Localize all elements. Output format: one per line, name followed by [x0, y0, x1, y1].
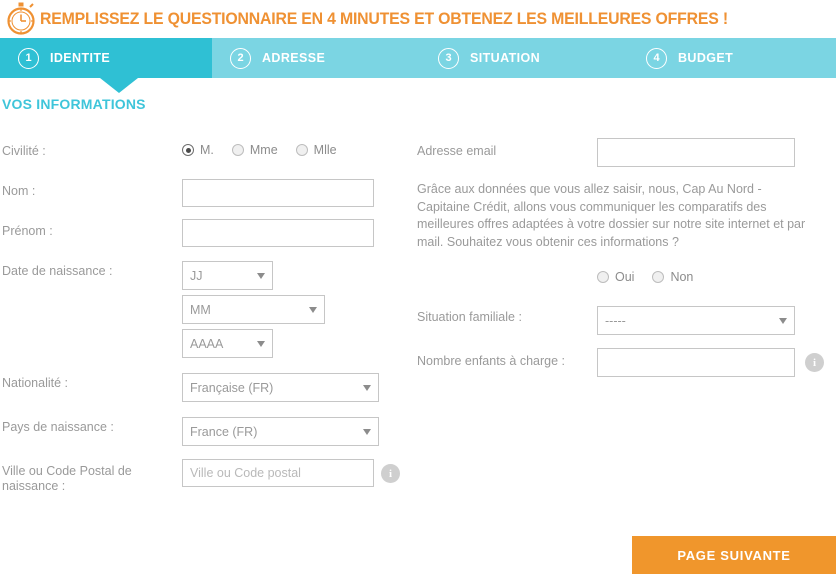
banner-title: REMPLISSEZ LE QUESTIONNAIRE EN 4 MINUTES… — [40, 9, 728, 28]
chevron-down-icon — [363, 384, 371, 391]
pays-naissance-value: France (FR) — [190, 424, 258, 439]
step-number: 1 — [18, 47, 39, 69]
step-number: 4 — [646, 47, 667, 69]
email-input[interactable] — [597, 138, 795, 167]
birth-day-value: JJ — [190, 268, 203, 283]
consent-radio-group[interactable]: Oui Non — [597, 270, 711, 284]
nombre-enfants-input[interactable] — [597, 348, 795, 377]
next-page-button[interactable]: PAGE SUIVANTE — [632, 536, 836, 574]
step-label: ADRESSE — [262, 51, 326, 65]
chevron-down-icon — [309, 306, 317, 313]
birth-year-value: AAAA — [190, 336, 224, 351]
birth-month-value: MM — [190, 302, 211, 317]
next-page-label: PAGE SUIVANTE — [677, 547, 791, 563]
step-label: BUDGET — [678, 51, 734, 65]
birth-year-select[interactable]: AAAA — [182, 329, 273, 358]
radio-label: M. — [200, 143, 214, 157]
label-pays-naissance: Pays de naissance : — [2, 420, 114, 434]
radio-option-oui[interactable]: Oui — [597, 270, 634, 284]
radio-dot[interactable] — [652, 271, 665, 283]
chevron-down-icon — [257, 272, 265, 279]
prenom-input[interactable] — [182, 219, 374, 247]
radio-dot[interactable] — [231, 144, 244, 156]
nationalite-value: Française (FR) — [190, 380, 274, 395]
section-title: VOS INFORMATIONS — [2, 96, 146, 112]
radio-option-mlle[interactable]: Mlle — [295, 143, 337, 157]
label-nombre-enfants: Nombre enfants à charge : — [417, 354, 565, 368]
situation-familiale-value: ----- — [605, 313, 626, 328]
nationalite-select[interactable]: Française (FR) — [182, 373, 379, 402]
step-label: IDENTITE — [50, 51, 111, 65]
step-label: SITUATION — [470, 51, 541, 65]
situation-familiale-select[interactable]: ----- — [597, 306, 795, 335]
label-adresse-email: Adresse email — [417, 144, 497, 158]
step-tab-situation[interactable]: 3 SITUATION — [420, 38, 628, 78]
info-icon-enfants[interactable]: i — [805, 353, 824, 372]
promo-banner: REMPLISSEZ LE QUESTIONNAIRE EN 4 MINUTES… — [0, 0, 836, 38]
radio-dot[interactable] — [295, 144, 308, 156]
birth-day-select[interactable]: JJ — [182, 261, 273, 290]
label-situation-familiale: Situation familiale : — [417, 310, 522, 324]
ville-naissance-input[interactable] — [182, 459, 374, 487]
chevron-down-icon — [257, 340, 265, 347]
info-icon-ville[interactable]: i — [381, 464, 400, 483]
pays-naissance-select[interactable]: France (FR) — [182, 417, 379, 446]
radio-label: Mlle — [313, 143, 337, 157]
nom-input[interactable] — [182, 179, 374, 207]
radio-option-m[interactable]: M. — [182, 143, 214, 157]
radio-option-non[interactable]: Non — [652, 270, 693, 284]
radio-label: Oui — [615, 270, 635, 284]
step-tab-adresse[interactable]: 2 ADRESSE — [212, 38, 420, 78]
step-navigation: 1 IDENTITE 2 ADRESSE 3 SITUATION 4 BUDGE… — [0, 38, 836, 93]
active-step-pointer — [100, 78, 138, 93]
radio-dot[interactable] — [597, 271, 609, 283]
step-number: 2 — [230, 47, 251, 69]
stopwatch-icon — [0, 0, 40, 38]
step-tab-identite[interactable]: 1 IDENTITE — [0, 38, 212, 93]
label-civilite: Civilité : — [2, 144, 46, 158]
label-nationalite: Nationalité : — [2, 376, 69, 390]
consent-legal-text: Grâce aux données que vous allez saisir,… — [417, 182, 806, 249]
birth-month-select[interactable]: MM — [182, 295, 325, 324]
step-number: 3 — [438, 47, 459, 69]
civilite-radio-group[interactable]: M. Mme Mlle — [182, 143, 355, 157]
label-prenom: Prénom : — [2, 224, 53, 238]
radio-label: Mme — [249, 143, 278, 157]
radio-dot[interactable] — [182, 144, 194, 156]
label-date-naissance: Date de naissance : — [2, 264, 113, 278]
step-tab-budget[interactable]: 4 BUDGET — [628, 38, 836, 78]
chevron-down-icon — [363, 428, 371, 435]
label-ville-naissance: Ville ou Code Postal de naissance : — [2, 464, 132, 493]
radio-option-mme[interactable]: Mme — [231, 143, 278, 157]
label-nom: Nom : — [2, 184, 36, 198]
radio-label: Non — [670, 270, 694, 284]
chevron-down-icon — [779, 317, 787, 324]
